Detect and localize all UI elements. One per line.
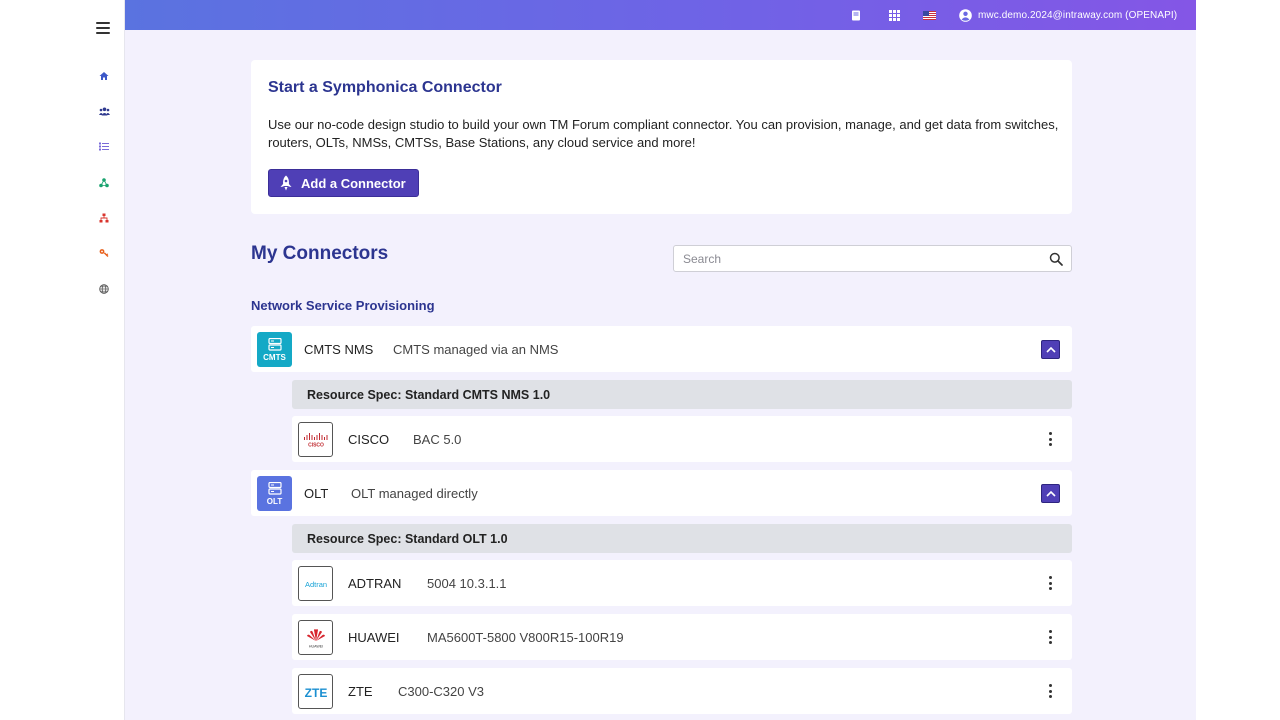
more-options-icon[interactable] (1044, 629, 1056, 645)
search-box (673, 245, 1072, 272)
badge-label: OLT (266, 496, 283, 506)
more-options-icon[interactable] (1044, 683, 1056, 699)
main-content: mwc.demo.2024@intraway.com (OPENAPI) Sta… (125, 0, 1196, 720)
search-input[interactable] (674, 246, 1034, 271)
users-icon[interactable] (98, 105, 110, 117)
globe-icon[interactable] (98, 283, 110, 295)
more-options-icon[interactable] (1044, 575, 1056, 591)
vendor-version: BAC 5.0 (413, 432, 462, 447)
vendor-name: ZTE (348, 684, 373, 699)
user-menu[interactable]: mwc.demo.2024@intraway.com (OPENAPI) (959, 8, 1177, 22)
my-connectors-heading: My Connectors (251, 243, 389, 264)
adtran-logo-text: Adtran (304, 580, 326, 589)
app-window: mwc.demo.2024@intraway.com (OPENAPI) Sta… (0, 0, 1280, 720)
vendor-row-huawei[interactable]: HUAWEI HUAWEI MA5600T-5800 V800R15-100R1… (292, 614, 1072, 660)
apps-grid-icon[interactable] (887, 8, 901, 22)
olt-badge: OLT (257, 476, 292, 511)
server-icon (267, 337, 282, 351)
list-icon[interactable] (98, 140, 110, 152)
adtran-logo: Adtran (298, 566, 333, 601)
vendor-row-zte[interactable]: ZTE ZTE C300-C320 V3 (292, 668, 1072, 714)
resource-spec-label: Resource Spec: Standard CMTS NMS 1.0 (307, 388, 551, 402)
collapse-button[interactable] (1041, 340, 1060, 359)
user-email: mwc.demo.2024@intraway.com (OPENAPI) (978, 9, 1178, 21)
svg-text:CISCO: CISCO (308, 442, 324, 448)
connector-name: CMTS NMS (304, 342, 374, 357)
zte-logo-text: ZTE (304, 686, 327, 700)
home-icon[interactable] (98, 70, 110, 82)
vendor-row-adtran[interactable]: Adtran ADTRAN 5004 10.3.1.1 (292, 560, 1072, 606)
more-options-icon[interactable] (1044, 431, 1056, 447)
cisco-logo: CISCO (298, 422, 333, 457)
add-connector-button[interactable]: Add a Connector (268, 169, 419, 197)
add-connector-label: Add a Connector (301, 175, 406, 191)
resource-spec-label: Resource Spec: Standard OLT 1.0 (307, 532, 508, 546)
huawei-logo: HUAWEI (298, 620, 333, 655)
badge-label: CMTS (263, 352, 286, 362)
resource-spec-header: Resource Spec: Standard OLT 1.0 (292, 524, 1072, 553)
category-heading: Network Service Provisioning (251, 298, 435, 313)
collapse-button[interactable] (1041, 484, 1060, 503)
right-margin (1196, 0, 1280, 720)
vendor-name: CISCO (348, 432, 390, 447)
connector-description: OLT managed directly (351, 486, 478, 501)
resource-spec-header: Resource Spec: Standard CMTS NMS 1.0 (292, 380, 1072, 409)
cmts-badge: CMTS (257, 332, 292, 367)
rocket-icon (280, 175, 292, 191)
vendor-name: HUAWEI (348, 630, 400, 645)
huawei-logo-text: HUAWEI (308, 644, 322, 648)
card-description: Use our no-code design studio to build y… (268, 117, 1059, 150)
vendor-name: ADTRAN (348, 576, 402, 591)
network-icon[interactable] (98, 177, 110, 189)
chevron-up-icon (1045, 490, 1056, 497)
menu-toggle-icon[interactable] (96, 22, 110, 34)
connector-row-olt[interactable]: OLT OLT OLT managed directly (251, 470, 1072, 516)
server-icon (267, 481, 282, 495)
book-icon[interactable] (849, 8, 863, 22)
vendor-version: C300-C320 V3 (398, 684, 484, 699)
start-connector-card: Start a Symphonica Connector Use our no-… (251, 60, 1072, 214)
connector-row-cmts-nms[interactable]: CMTS CMTS NMS CMTS managed via an NMS (251, 326, 1072, 372)
vendor-row-cisco[interactable]: CISCO CISCO BAC 5.0 (292, 416, 1072, 462)
key-icon[interactable] (98, 247, 110, 259)
sidebar (0, 0, 125, 720)
vendor-version: 5004 10.3.1.1 (427, 576, 507, 591)
vendor-version: MA5600T-5800 V800R15-100R19 (427, 630, 624, 645)
hierarchy-icon[interactable] (98, 212, 110, 224)
top-bar: mwc.demo.2024@intraway.com (OPENAPI) (125, 0, 1196, 30)
user-account-icon (959, 8, 972, 22)
card-title: Start a Symphonica Connector (268, 79, 502, 96)
zte-logo: ZTE (298, 674, 333, 709)
chevron-up-icon (1045, 346, 1056, 353)
connector-name: OLT (304, 486, 329, 501)
connector-description: CMTS managed via an NMS (393, 342, 559, 357)
search-icon[interactable] (1049, 252, 1063, 266)
us-flag-icon[interactable] (922, 8, 936, 22)
